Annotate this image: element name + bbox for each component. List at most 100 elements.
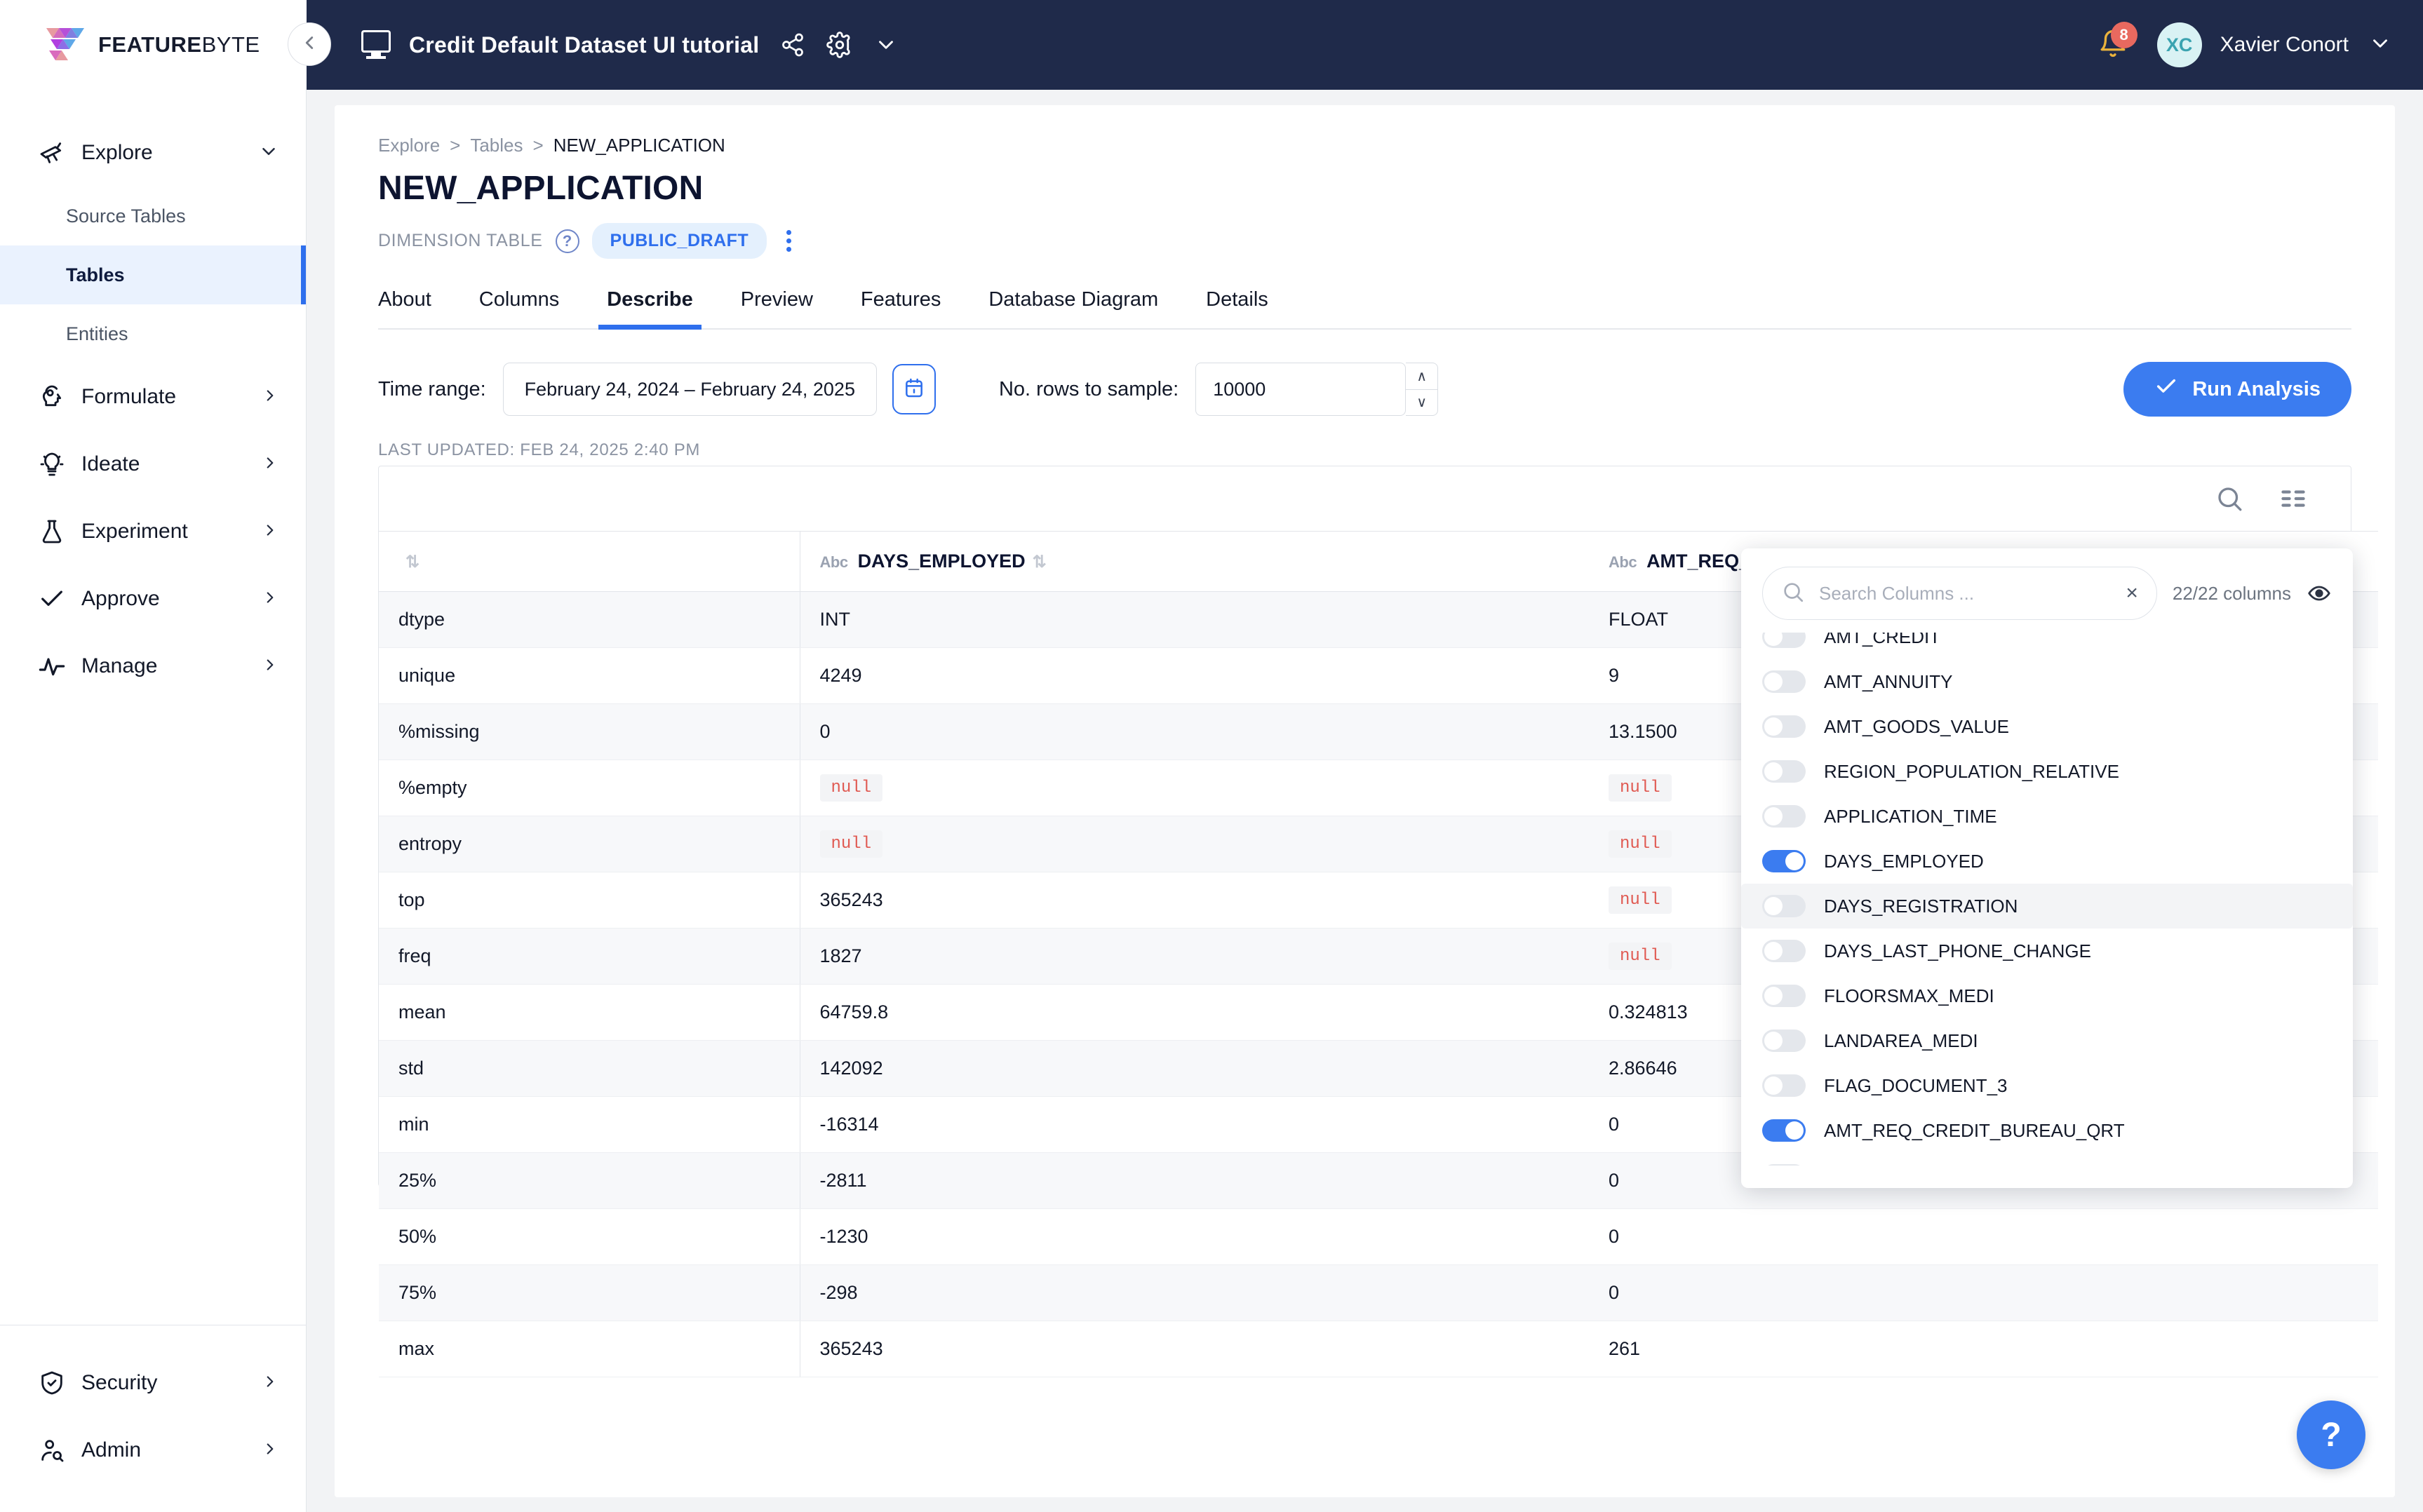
column-toggle-item[interactable]: LANDAREA_MEDI bbox=[1741, 1018, 2353, 1063]
toggle-switch[interactable] bbox=[1762, 1119, 1806, 1142]
tab-columns[interactable]: Columns bbox=[455, 284, 583, 328]
chevron-down-icon[interactable] bbox=[874, 33, 898, 57]
cell-stat: unique bbox=[379, 647, 800, 704]
avatar[interactable]: XC bbox=[2156, 22, 2202, 67]
search-columns-input[interactable] bbox=[1819, 582, 2112, 605]
column-toggle-item[interactable]: AMT_CREDIT bbox=[1741, 633, 2353, 659]
cell-stat: dtype bbox=[379, 591, 800, 648]
column-toggle-item[interactable]: AMT_ANNUITY bbox=[1741, 659, 2353, 704]
breadcrumb-explore[interactable]: Explore bbox=[378, 135, 440, 156]
column-header-days-employed[interactable]: Abc DAYS_EMPLOYED ⇅ bbox=[800, 531, 1589, 592]
sidebar-item-security[interactable]: Security bbox=[0, 1349, 306, 1417]
column-header-stat[interactable]: ⇅ bbox=[379, 531, 800, 592]
tab-about[interactable]: About bbox=[378, 284, 455, 328]
sort-icon[interactable]: ⇅ bbox=[405, 553, 420, 572]
user-menu-chevron-down-icon[interactable] bbox=[2368, 32, 2392, 59]
null-chip: null bbox=[1609, 886, 1672, 914]
notifications-button[interactable]: 8 bbox=[2094, 22, 2137, 64]
sidebar-item-manage[interactable]: Manage bbox=[0, 633, 306, 700]
column-label: AMT_ANNUITY bbox=[1824, 670, 1953, 692]
time-range-input[interactable]: February 24, 2024 – February 24, 2025 bbox=[502, 363, 877, 416]
tab-details[interactable]: Details bbox=[1182, 284, 1292, 328]
rows-sample-input[interactable]: 10000 bbox=[1195, 363, 1407, 416]
column-label: available_at bbox=[1824, 1165, 1921, 1166]
stepper-up-button[interactable]: ∧ bbox=[1406, 363, 1438, 390]
column-toggle-item[interactable]: REGION_POPULATION_RELATIVE bbox=[1741, 749, 2353, 794]
project-context[interactable]: Credit Default Dataset UI tutorial bbox=[307, 30, 898, 60]
null-chip: null bbox=[819, 774, 883, 802]
tab-describe[interactable]: Describe bbox=[583, 284, 717, 330]
columns-list-icon[interactable] bbox=[2279, 485, 2307, 513]
sidebar-collapse-button[interactable] bbox=[288, 22, 331, 66]
calendar-picker-button[interactable] bbox=[892, 364, 936, 414]
toggle-switch[interactable] bbox=[1762, 850, 1806, 872]
eye-icon[interactable] bbox=[2307, 581, 2332, 606]
status-badge[interactable]: PUBLIC_DRAFT bbox=[591, 223, 767, 259]
column-toggle-item[interactable]: AMT_REQ_CREDIT_BUREAU_QRT bbox=[1741, 1108, 2353, 1153]
breadcrumb: Explore > Tables > NEW_APPLICATION bbox=[378, 135, 2351, 156]
toggle-switch[interactable] bbox=[1762, 1074, 1806, 1097]
column-selector-dropdown: × 22/22 columns AMT_CREDIT AMT_ANNUITY A… bbox=[1741, 548, 2353, 1188]
column-toggle-item[interactable]: FLOORSMAX_MEDI bbox=[1741, 973, 2353, 1018]
column-toggle-item[interactable]: available_at bbox=[1741, 1153, 2353, 1166]
search-icon[interactable] bbox=[2215, 484, 2244, 513]
cell-stat: 25% bbox=[379, 1152, 800, 1209]
search-columns-field[interactable]: × bbox=[1762, 567, 2157, 620]
run-analysis-button[interactable]: Run Analysis bbox=[2123, 362, 2351, 417]
breadcrumb-tables[interactable]: Tables bbox=[470, 135, 523, 156]
stepper-down-button[interactable]: ∨ bbox=[1406, 390, 1437, 416]
column-toggle-item[interactable]: AMT_GOODS_VALUE bbox=[1741, 704, 2353, 749]
sidebar-item-entities[interactable]: Entities bbox=[0, 304, 306, 363]
sidebar-bottom-nav: Security Admin bbox=[0, 1325, 306, 1512]
table-row[interactable]: 50% -1230 0 bbox=[379, 1208, 2378, 1265]
sidebar-item-approve[interactable]: Approve bbox=[0, 565, 306, 633]
table-row[interactable]: max 365243 261 bbox=[379, 1321, 2378, 1377]
sidebar-item-tables[interactable]: Tables bbox=[0, 245, 306, 304]
toggle-switch[interactable] bbox=[1762, 1164, 1806, 1166]
sidebar-nav: Explore Source Tables Tables Entities Fo… bbox=[0, 90, 306, 1325]
sidebar-item-source-tables[interactable]: Source Tables bbox=[0, 187, 306, 245]
share-icon[interactable] bbox=[780, 32, 805, 58]
help-circle-icon[interactable]: ? bbox=[555, 229, 579, 253]
page-title: NEW_APPLICATION bbox=[378, 170, 704, 207]
column-toggle-item[interactable]: FLAG_DOCUMENT_3 bbox=[1741, 1063, 2353, 1108]
sidebar-item-experiment[interactable]: Experiment bbox=[0, 498, 306, 565]
clear-search-icon[interactable]: × bbox=[2126, 581, 2138, 605]
sidebar-item-label: Formulate bbox=[81, 385, 177, 408]
sort-icon[interactable]: ⇅ bbox=[1033, 553, 1047, 572]
table-row[interactable]: 75% -298 0 bbox=[379, 1264, 2378, 1321]
column-toggle-item[interactable]: DAYS_REGISTRATION bbox=[1741, 884, 2353, 929]
toggle-switch[interactable] bbox=[1762, 633, 1806, 648]
toggle-switch[interactable] bbox=[1762, 805, 1806, 828]
toggle-switch[interactable] bbox=[1762, 940, 1806, 962]
toggle-switch[interactable] bbox=[1762, 760, 1806, 783]
toggle-switch[interactable] bbox=[1762, 715, 1806, 738]
chevron-right-icon bbox=[261, 521, 279, 543]
sidebar-item-ideate[interactable]: Ideate bbox=[0, 431, 306, 498]
tab-database-diagram[interactable]: Database Diagram bbox=[965, 284, 1182, 328]
toggle-switch[interactable] bbox=[1762, 895, 1806, 917]
table-meta-row: DIMENSION TABLE ? PUBLIC_DRAFT bbox=[378, 223, 2351, 259]
brand-logo[interactable]: FEATUREBYTE bbox=[0, 0, 307, 90]
more-options-icon[interactable] bbox=[779, 227, 798, 255]
sidebar-item-admin[interactable]: Admin bbox=[0, 1417, 306, 1484]
cell-days-employed: 1827 bbox=[800, 928, 1589, 985]
gear-icon[interactable] bbox=[826, 32, 853, 58]
sidebar-item-explore[interactable]: Explore bbox=[0, 119, 306, 187]
column-toggle-list[interactable]: AMT_CREDIT AMT_ANNUITY AMT_GOODS_VALUE R… bbox=[1741, 633, 2353, 1166]
toggle-switch[interactable] bbox=[1762, 1030, 1806, 1052]
user-search-icon bbox=[38, 1436, 69, 1464]
rows-sample-stepper[interactable]: ∧ ∨ bbox=[1406, 363, 1439, 416]
tab-features[interactable]: Features bbox=[837, 284, 965, 328]
column-toggle-item[interactable]: DAYS_EMPLOYED bbox=[1741, 839, 2353, 884]
help-button[interactable]: ? bbox=[2297, 1400, 2365, 1469]
sidebar-item-formulate[interactable]: Formulate bbox=[0, 363, 306, 431]
sidebar-subitem-label: Source Tables bbox=[66, 205, 186, 227]
search-icon bbox=[1781, 580, 1805, 607]
tab-preview[interactable]: Preview bbox=[717, 284, 837, 328]
column-toggle-item[interactable]: APPLICATION_TIME bbox=[1741, 794, 2353, 839]
toggle-switch[interactable] bbox=[1762, 985, 1806, 1007]
column-toggle-item[interactable]: DAYS_LAST_PHONE_CHANGE bbox=[1741, 929, 2353, 973]
toggle-switch[interactable] bbox=[1762, 670, 1806, 693]
sidebar-item-label: Security bbox=[81, 1371, 158, 1394]
